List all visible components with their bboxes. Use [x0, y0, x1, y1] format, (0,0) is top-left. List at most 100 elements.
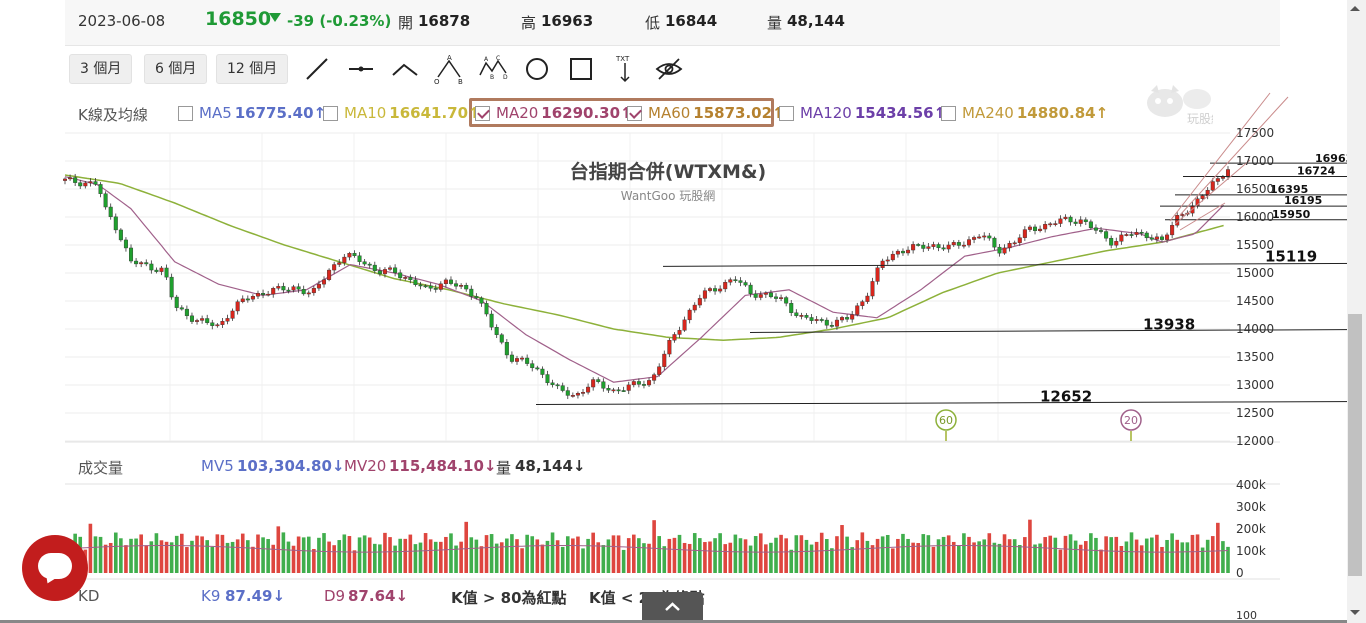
range-3-months-button[interactable]: 3 個月: [69, 54, 133, 84]
line-tool-icon[interactable]: [301, 53, 333, 85]
price-ytick-label: 17000: [1236, 154, 1274, 168]
candle-body: [723, 282, 728, 290]
abcde-pattern-tool-icon[interactable]: A C B D: [477, 53, 509, 85]
volume-bar: [586, 538, 590, 573]
candle-body: [189, 315, 194, 322]
ma5-checkbox[interactable]: [178, 105, 193, 121]
text-tool-icon[interactable]: TXT: [609, 53, 641, 85]
scrollbar-thumb[interactable]: [1348, 314, 1362, 576]
volume-bar: [1043, 537, 1047, 573]
candle-body: [1007, 243, 1012, 249]
candle-body: [169, 276, 174, 298]
candle-body: [961, 244, 966, 247]
candle-body: [596, 379, 601, 382]
candle-body: [362, 261, 367, 265]
mv20-value: 115,484.10↓: [389, 457, 497, 475]
candle-body: [809, 317, 814, 321]
volume-bar: [652, 520, 656, 573]
volume-bar: [921, 534, 926, 573]
ma120-checkbox[interactable]: [779, 105, 794, 121]
ma20-toggle[interactable]: MA20 16290.30↑: [475, 104, 633, 122]
support-line-15119: [662, 262, 1366, 267]
ma5-toggle[interactable]: MA5 16775.40↑: [178, 104, 326, 122]
volume-bar: [698, 538, 702, 573]
angle-tool-icon[interactable]: [389, 53, 421, 85]
mv5-value: 103,304.80↓: [237, 457, 345, 475]
candle-body: [936, 244, 941, 249]
rectangle-tool-icon[interactable]: [565, 53, 597, 85]
volume-bar: [88, 523, 93, 573]
volume-bar: [530, 536, 535, 573]
volume-bar: [931, 546, 936, 573]
abc-pattern-tool-icon[interactable]: A O B: [433, 53, 465, 86]
chat-button[interactable]: [22, 535, 88, 601]
horizontal-line-tool-icon[interactable]: [345, 53, 377, 85]
candle-body: [667, 340, 672, 355]
volume-bar: [398, 538, 402, 573]
candle-body: [474, 296, 479, 299]
volume-bar: [124, 545, 128, 573]
candle-body: [794, 312, 799, 316]
volume-bar: [926, 535, 931, 573]
candle-body: [1022, 229, 1027, 238]
ma120-toggle[interactable]: MA120 15434.56↑: [779, 104, 946, 122]
candle-body: [423, 285, 428, 288]
volume-bar: [103, 544, 108, 573]
volume-bar: [352, 550, 357, 573]
vol-value: 48,144↓: [515, 457, 586, 475]
volume-bar: [835, 536, 839, 573]
candle-body: [230, 310, 235, 319]
volume-bar: [93, 536, 98, 573]
scroll-to-top-button[interactable]: [642, 592, 703, 623]
ma60-toggle[interactable]: MA60 15873.02↑: [627, 104, 785, 122]
ma60-checkbox[interactable]: [627, 105, 642, 121]
candle-body: [174, 296, 179, 308]
volume-bar: [301, 537, 306, 573]
ma240-toggle[interactable]: MA240 14880.84↑: [941, 104, 1108, 122]
candle-body: [250, 296, 255, 300]
quote-bar: 2023-06-08 16850 -39 (-0.23%) 開 16878 高 …: [65, 0, 1280, 46]
volume-bar: [774, 537, 778, 573]
candle-body: [464, 285, 469, 290]
hide-drawings-icon[interactable]: [653, 53, 685, 85]
range-12-months-button[interactable]: 12 個月: [216, 54, 289, 84]
candle-body: [1104, 231, 1109, 239]
tool-label-b: B: [458, 78, 463, 85]
scroll-down-arrow-icon[interactable]: [1350, 610, 1360, 615]
volume-bar: [444, 536, 448, 573]
candle-body: [728, 279, 733, 283]
volume-bar: [332, 545, 336, 573]
candle-body: [1093, 227, 1098, 231]
candle-body: [393, 267, 398, 273]
candle-body: [271, 288, 276, 295]
candle-body: [154, 269, 159, 272]
ma240-checkbox[interactable]: [941, 105, 956, 121]
volume-bar: [1119, 546, 1124, 573]
candle-body: [1144, 232, 1149, 239]
ma10-checkbox[interactable]: [323, 105, 338, 121]
volume-bar: [1068, 534, 1073, 573]
candle-body: [865, 295, 870, 302]
candle-body: [1185, 212, 1190, 215]
volume-bar: [840, 525, 844, 573]
volume-bar: [830, 548, 834, 573]
candle-body: [382, 269, 387, 275]
candle-body: [118, 229, 123, 241]
ma20-checkbox[interactable]: [475, 105, 490, 121]
ma10-toggle[interactable]: MA10 16641.70↑: [323, 104, 481, 122]
candle-body: [372, 264, 377, 271]
candle-body: [210, 322, 215, 326]
candle-body: [235, 301, 240, 312]
volume-bar: [388, 537, 392, 573]
volume-bar: [758, 533, 763, 573]
candle-body: [545, 374, 550, 384]
volume-bar: [621, 549, 626, 573]
scroll-up-arrow-icon[interactable]: [1350, 6, 1360, 11]
chat-bubble-icon: [38, 553, 72, 579]
volume-bar: [743, 539, 748, 573]
volume-bar: [1114, 536, 1119, 573]
circle-tool-icon[interactable]: [521, 53, 553, 85]
range-6-months-button[interactable]: 6 個月: [144, 54, 208, 84]
volume-bar: [997, 543, 1002, 573]
volume-bar: [464, 521, 469, 573]
